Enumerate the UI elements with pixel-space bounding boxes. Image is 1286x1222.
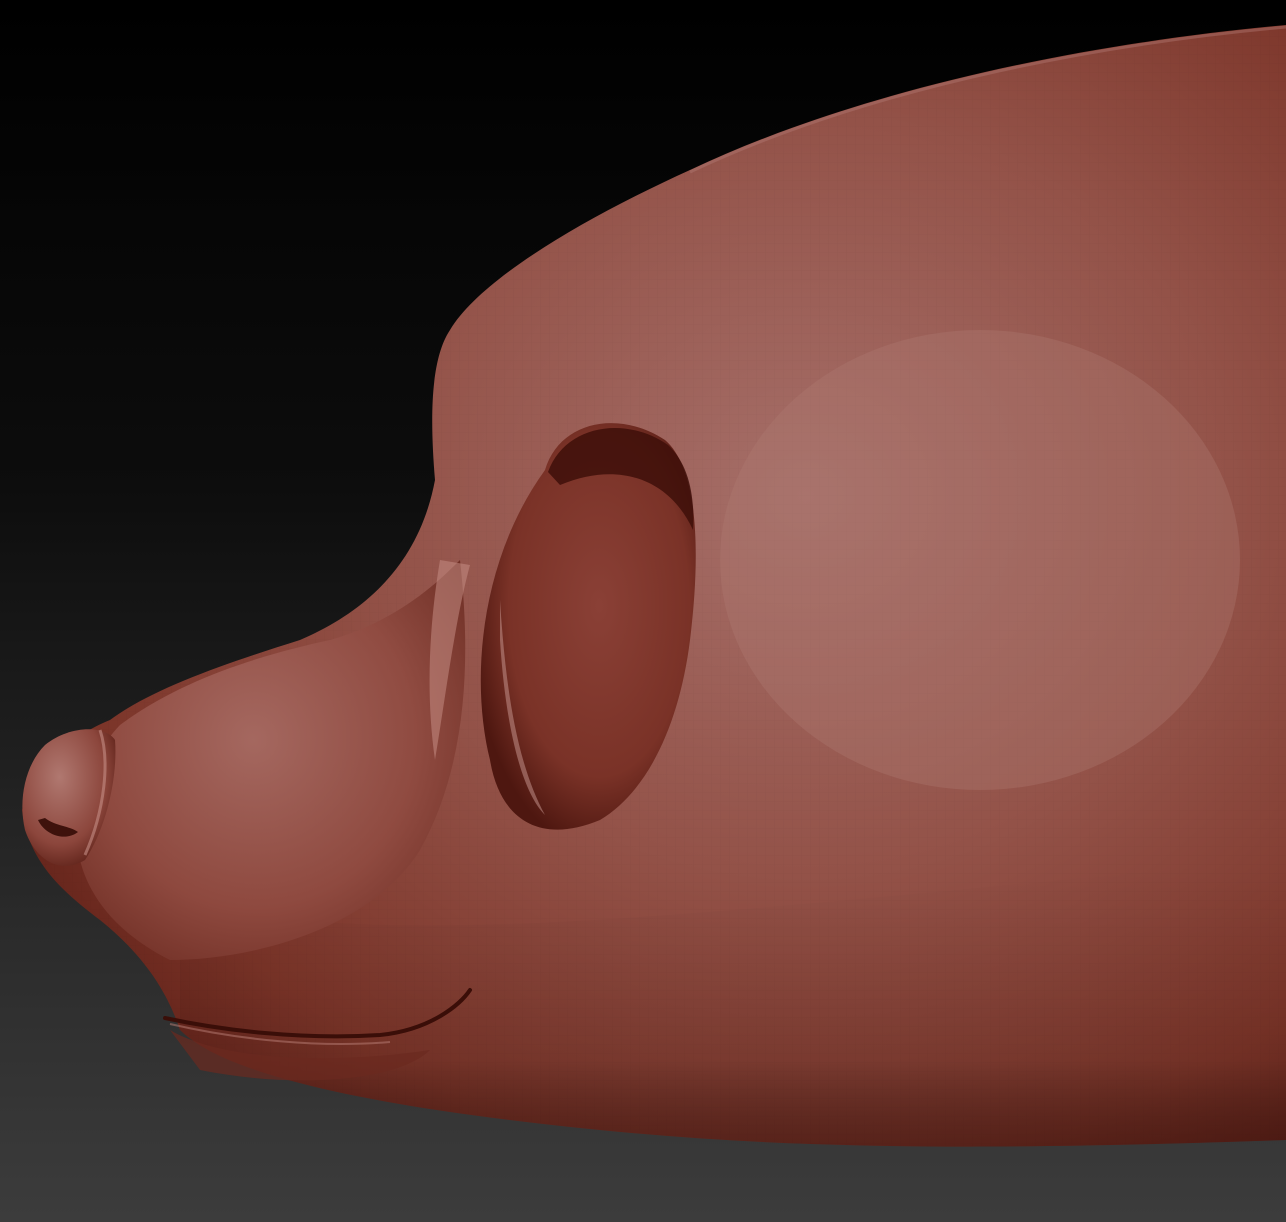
- sculpt-render: [22, 25, 1286, 1147]
- cheek-highlight: [720, 330, 1240, 790]
- 3d-viewport[interactable]: [0, 0, 1286, 1222]
